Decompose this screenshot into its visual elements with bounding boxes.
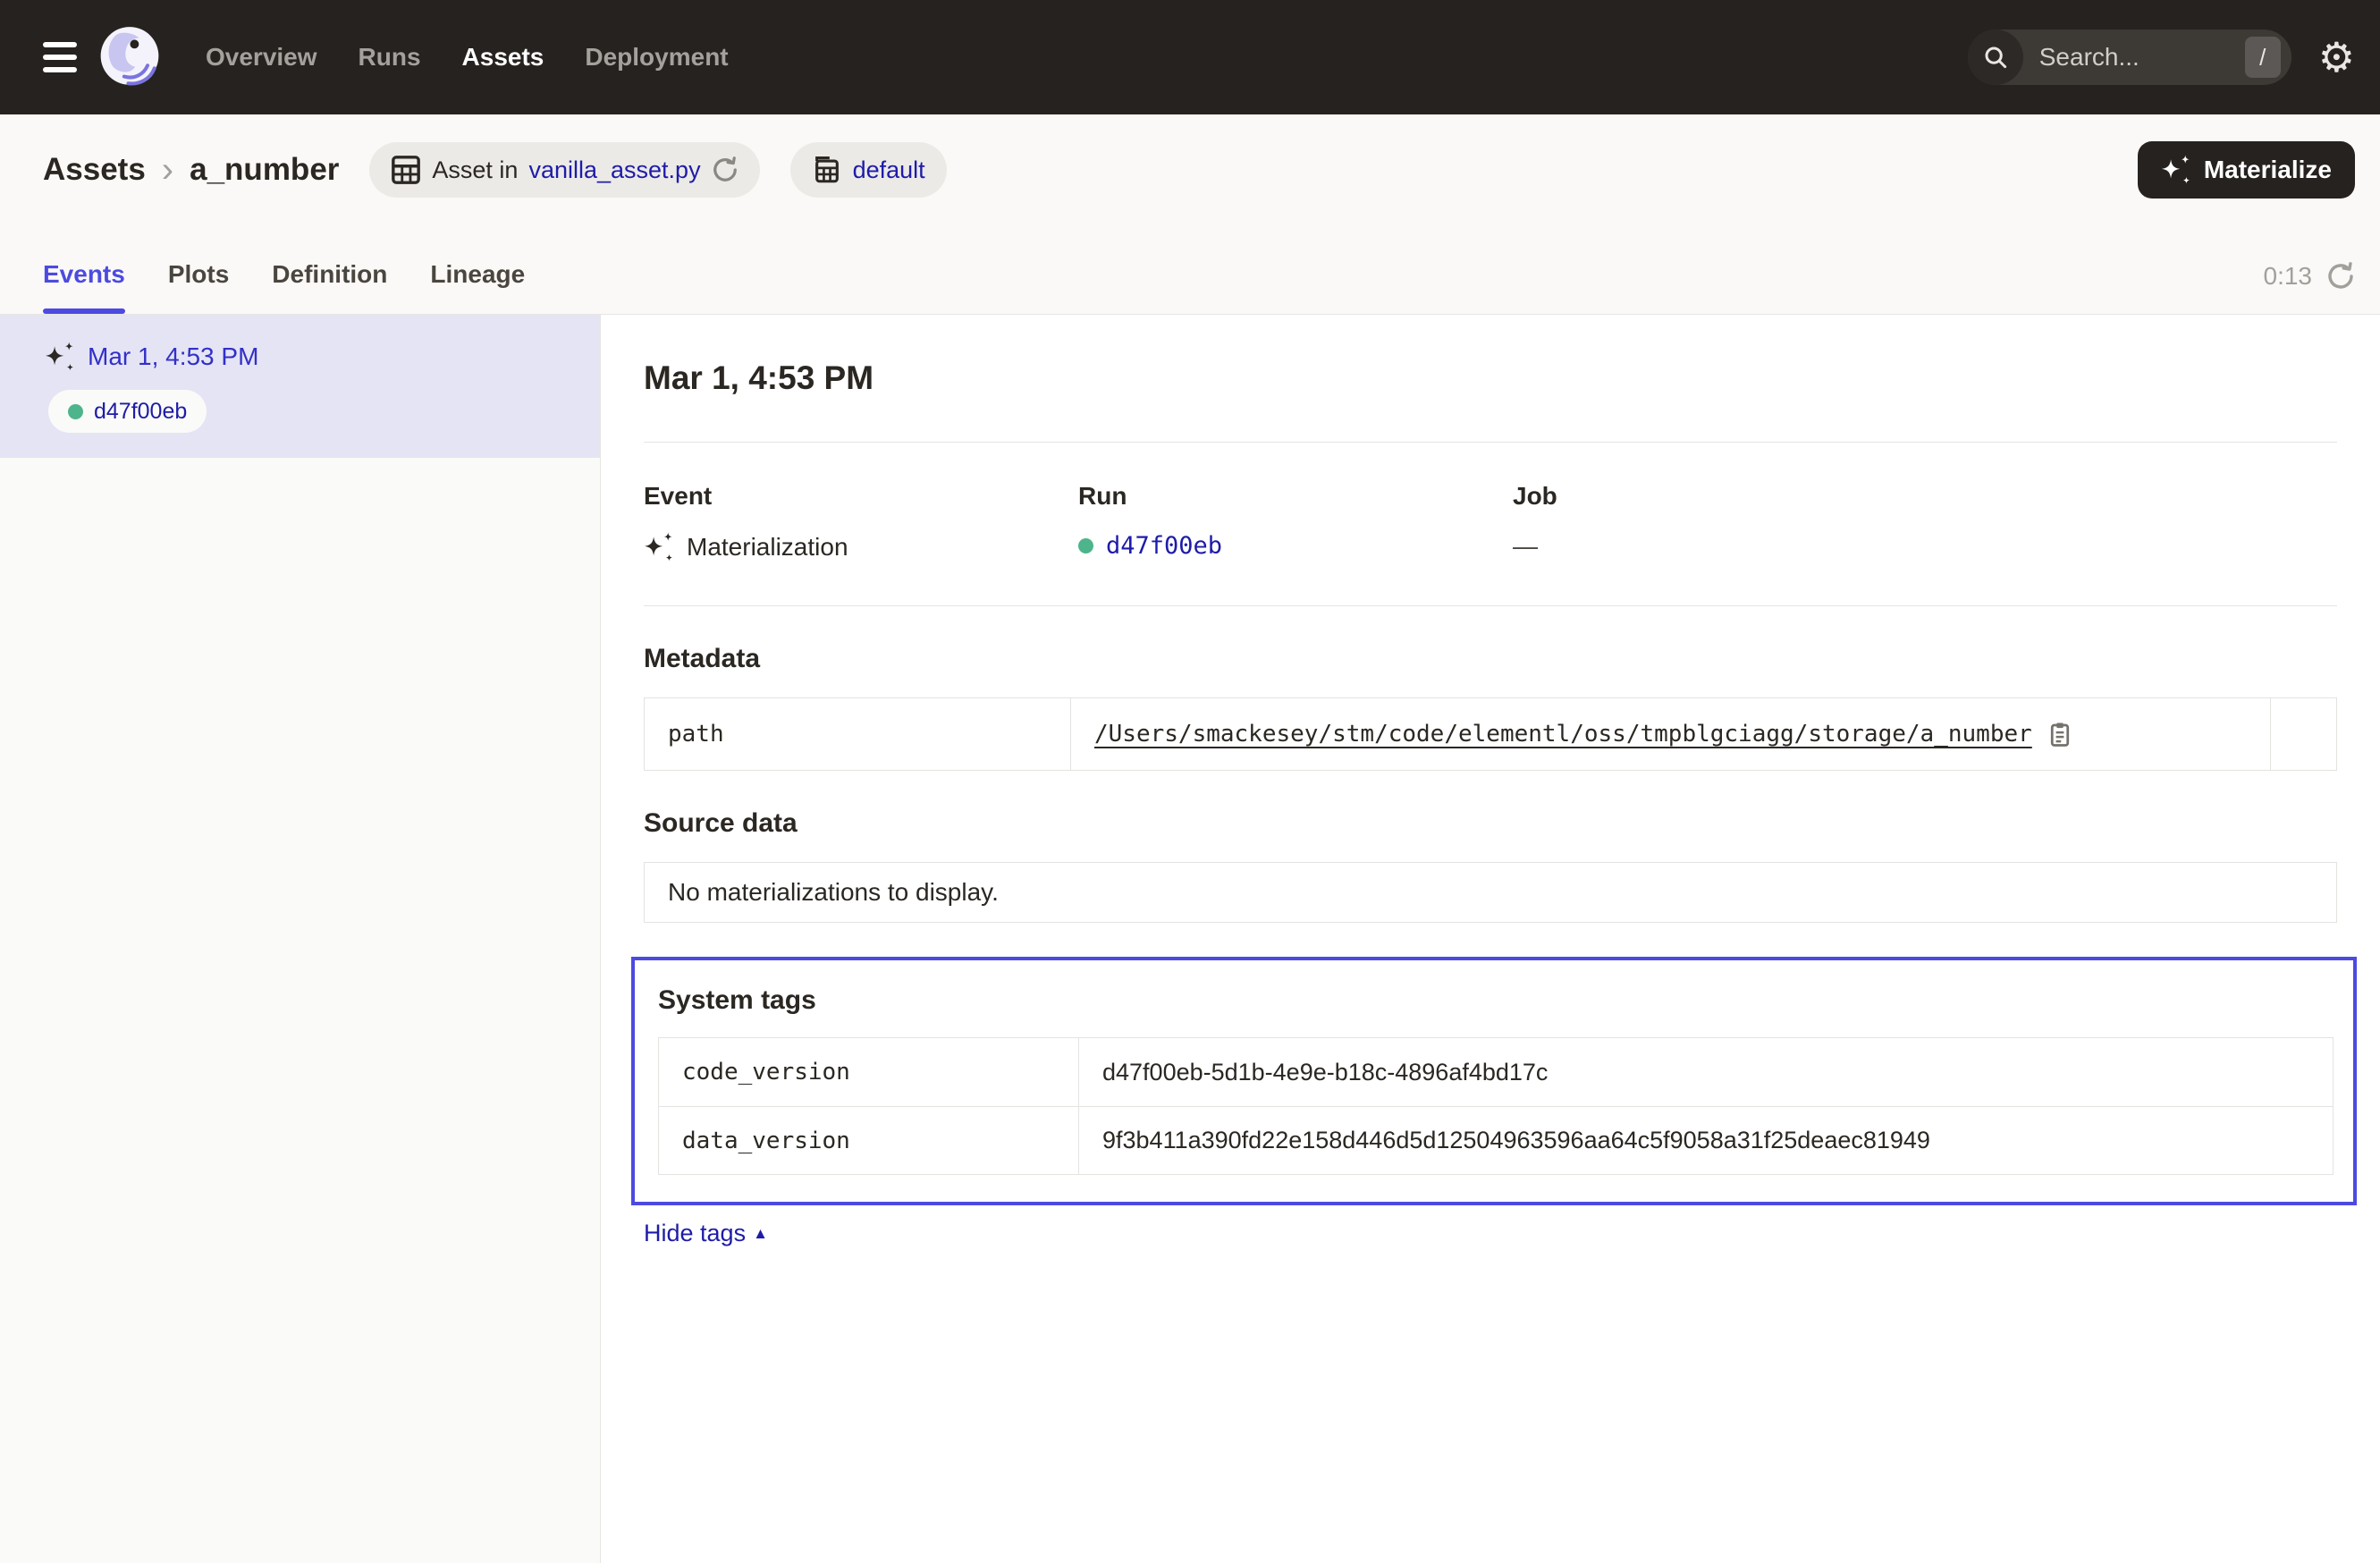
dagster-app: Overview Runs Assets Deployment Search..… bbox=[0, 0, 2380, 1563]
asset-origin-badge[interactable]: Asset in vanilla_asset.py bbox=[369, 142, 759, 198]
run-column: Run d47f00eb bbox=[1078, 482, 1513, 562]
job-empty-value: — bbox=[1513, 532, 1538, 561]
tag-value-code-version: d47f00eb-5d1b-4e9e-b18c-4896af4bd17c bbox=[1079, 1038, 2333, 1106]
asset-tabs: Events Plots Definition Lineage 0:13 bbox=[43, 225, 2355, 314]
system-tags-title: System tags bbox=[658, 985, 2334, 1016]
tab-definition[interactable]: Definition bbox=[272, 260, 387, 314]
tag-value-data-version: 9f3b411a390fd22e158d446d5d12504963596aa6… bbox=[1079, 1106, 2333, 1174]
source-data-empty-message: No materializations to display. bbox=[644, 862, 2337, 923]
run-status-dot bbox=[1078, 538, 1093, 553]
job-column: Job — bbox=[1513, 482, 2337, 562]
page-title: a_number bbox=[190, 152, 339, 188]
copy-clipboard-icon[interactable] bbox=[2047, 721, 2073, 748]
tab-plots[interactable]: Plots bbox=[168, 260, 229, 314]
search-shortcut-key: / bbox=[2245, 37, 2281, 78]
event-label: Event bbox=[644, 482, 1078, 511]
materialization-sparkle-icon bbox=[644, 532, 674, 562]
asset-grid-icon bbox=[391, 155, 421, 185]
event-details-grid: Event Materialization Run d47f00eb Job — bbox=[644, 482, 2337, 562]
run-status-dot bbox=[68, 404, 83, 419]
divider bbox=[644, 442, 2337, 443]
sparkle-icon bbox=[2161, 155, 2191, 185]
divider bbox=[644, 605, 2337, 606]
hide-tags-link[interactable]: Hide tags ▲ bbox=[644, 1220, 768, 1247]
reload-definitions-icon[interactable] bbox=[712, 156, 738, 183]
nav-item-assets[interactable]: Assets bbox=[462, 43, 544, 72]
tag-key-code-version: code_version bbox=[659, 1038, 1079, 1106]
run-id-link[interactable]: d47f00eb bbox=[1106, 532, 1222, 560]
repository-badge[interactable]: default bbox=[790, 142, 947, 198]
tab-lineage[interactable]: Lineage bbox=[430, 260, 525, 314]
refresh-icon[interactable] bbox=[2326, 262, 2355, 291]
source-data-title: Source data bbox=[644, 808, 2337, 839]
job-label: Job bbox=[1513, 482, 2337, 511]
search-icon bbox=[1968, 30, 2023, 85]
nav-item-overview[interactable]: Overview bbox=[206, 43, 317, 72]
metadata-key: path bbox=[645, 698, 1071, 770]
metadata-path-link[interactable]: /Users/smackesey/stm/code/elementl/oss/t… bbox=[1094, 721, 2032, 748]
refresh-countdown: 0:13 bbox=[2264, 262, 2313, 291]
materialization-sparkle-icon bbox=[45, 342, 75, 372]
metadata-title: Metadata bbox=[644, 644, 2337, 674]
run-id-label: d47f00eb bbox=[94, 399, 187, 425]
repository-default-link[interactable]: default bbox=[853, 156, 925, 184]
metadata-section: Metadata path /Users/smackesey/stm/code/… bbox=[644, 644, 2337, 771]
settings-gear-icon[interactable]: ⚙ bbox=[2318, 37, 2355, 78]
repo-grid-icon bbox=[812, 155, 842, 185]
event-list-item[interactable]: Mar 1, 4:53 PM d47f00eb bbox=[0, 315, 600, 458]
materialize-button-label: Materialize bbox=[2204, 156, 2332, 184]
top-navbar: Overview Runs Assets Deployment Search..… bbox=[0, 0, 2380, 114]
event-column: Event Materialization bbox=[644, 482, 1078, 562]
metadata-table: path /Users/smackesey/stm/code/elementl/… bbox=[644, 697, 2337, 771]
search-input[interactable]: Search... / bbox=[1968, 30, 2291, 85]
metadata-value-cell: /Users/smackesey/stm/code/elementl/oss/t… bbox=[1071, 698, 2270, 770]
tag-key-data-version: data_version bbox=[659, 1106, 1079, 1174]
breadcrumb-assets-link[interactable]: Assets bbox=[43, 152, 146, 188]
search-placeholder: Search... bbox=[2039, 43, 2139, 72]
metadata-end-cell bbox=[2270, 698, 2336, 770]
breadcrumb: Assets › a_number Asset in vanilla_asset… bbox=[43, 114, 2355, 225]
content-area: Mar 1, 4:53 PM d47f00eb Mar 1, 4:53 PM E… bbox=[0, 315, 2380, 1563]
event-timestamp-link[interactable]: Mar 1, 4:53 PM bbox=[88, 342, 258, 371]
tab-events[interactable]: Events bbox=[43, 260, 125, 314]
run-label: Run bbox=[1078, 482, 1513, 511]
system-tags-section: System tags code_version d47f00eb-5d1b-4… bbox=[631, 957, 2357, 1205]
asset-origin-file-link[interactable]: vanilla_asset.py bbox=[528, 156, 700, 184]
page-header: Assets › a_number Asset in vanilla_asset… bbox=[0, 114, 2380, 315]
system-tags-table: code_version d47f00eb-5d1b-4e9e-b18c-489… bbox=[658, 1037, 2334, 1175]
primary-nav: Overview Runs Assets Deployment bbox=[206, 43, 729, 72]
asset-origin-prefix: Asset in bbox=[432, 156, 518, 184]
event-type-value: Materialization bbox=[687, 533, 848, 562]
hamburger-menu-icon[interactable] bbox=[43, 42, 77, 72]
events-sidebar: Mar 1, 4:53 PM d47f00eb bbox=[0, 315, 601, 1563]
materialize-button[interactable]: Materialize bbox=[2138, 141, 2355, 199]
run-id-chip[interactable]: d47f00eb bbox=[48, 390, 207, 433]
dagster-logo-icon[interactable] bbox=[97, 24, 163, 90]
nav-item-deployment[interactable]: Deployment bbox=[585, 43, 728, 72]
source-data-section: Source data No materializations to displ… bbox=[644, 808, 2337, 923]
collapse-triangle-icon: ▲ bbox=[753, 1225, 768, 1243]
nav-item-runs[interactable]: Runs bbox=[359, 43, 421, 72]
chevron-right-icon: › bbox=[162, 150, 173, 190]
event-detail-panel: Mar 1, 4:53 PM Event Materialization Run… bbox=[601, 315, 2380, 1563]
event-heading: Mar 1, 4:53 PM bbox=[644, 359, 2337, 397]
hide-tags-label: Hide tags bbox=[644, 1220, 746, 1247]
